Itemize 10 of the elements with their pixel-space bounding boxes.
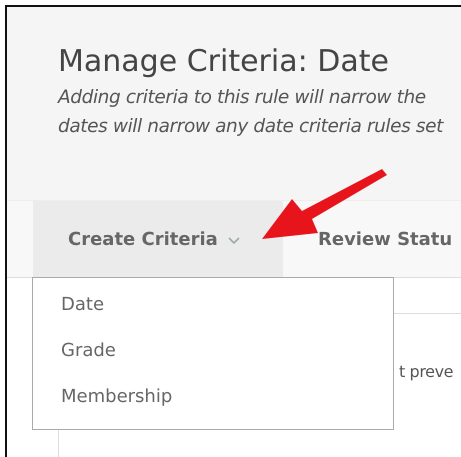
page-title: Manage Criteria: Date: [58, 43, 390, 81]
body-text: t preve: [399, 362, 454, 381]
tab[interactable]: Review Statu: [283, 201, 452, 277]
description-text: Adding criteria to this rule will narrow the: [58, 86, 427, 110]
tab[interactable]: Create Criteria: [33, 201, 283, 277]
menu-item[interactable]: Membership: [33, 382, 393, 428]
caret-icon: [228, 237, 240, 245]
menu-item[interactable]: Date: [33, 290, 393, 336]
description-text: dates will narrow any date criteria rules set: [58, 115, 445, 139]
menu-item[interactable]: Grade: [33, 336, 393, 382]
